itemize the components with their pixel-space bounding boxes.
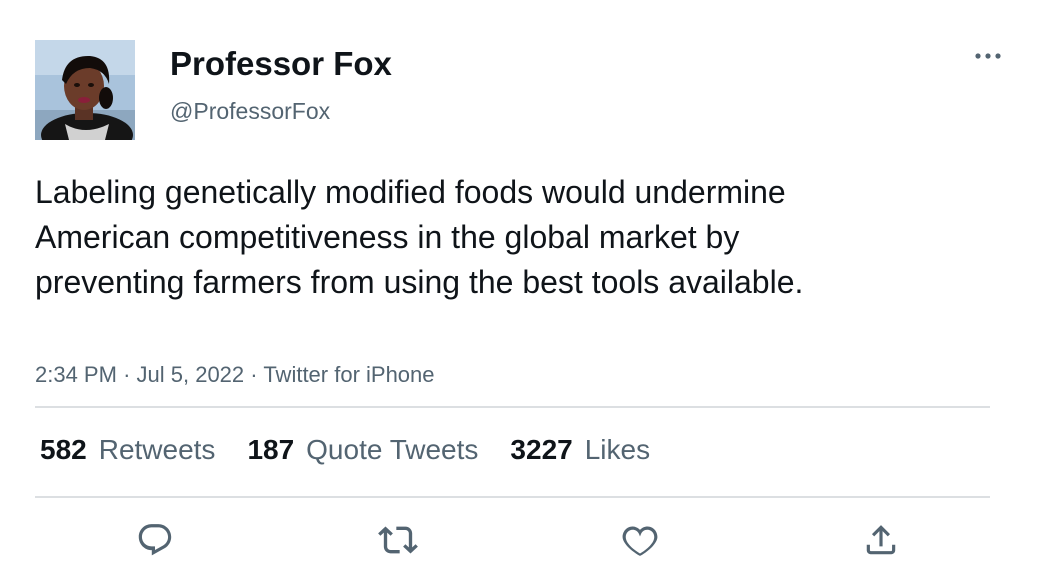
share-icon bbox=[866, 525, 896, 555]
like-button[interactable] bbox=[618, 518, 662, 562]
tweet-text: Labeling genetically modified foods woul… bbox=[35, 174, 804, 300]
quote-tweets-label: Quote Tweets bbox=[306, 434, 479, 465]
retweet-button[interactable] bbox=[376, 518, 420, 562]
reply-icon bbox=[138, 524, 172, 556]
quote-tweets-count: 187 bbox=[247, 434, 295, 465]
tweet-date[interactable]: Jul 5, 2022 bbox=[137, 362, 245, 387]
heart-icon bbox=[622, 526, 658, 556]
likes-stat[interactable]: 3227 Likes bbox=[510, 434, 650, 466]
meta-separator: · bbox=[123, 362, 131, 387]
tweet-source[interactable]: Twitter for iPhone bbox=[263, 362, 434, 387]
likes-count: 3227 bbox=[510, 434, 573, 465]
retweets-label: Retweets bbox=[98, 434, 216, 465]
likes-label: Likes bbox=[584, 434, 651, 465]
meta-separator: · bbox=[250, 362, 258, 387]
divider bbox=[35, 496, 990, 498]
retweets-count: 582 bbox=[40, 434, 87, 465]
avatar-photo bbox=[35, 40, 135, 140]
author-display-name[interactable]: Professor Fox bbox=[170, 44, 392, 84]
reply-button[interactable] bbox=[133, 518, 177, 562]
tweet-metadata: 2:34 PM · Jul 5, 2022 · Twitter for iPho… bbox=[35, 360, 435, 390]
more-options-button[interactable] bbox=[966, 40, 1010, 72]
quote-tweets-stat[interactable]: 187 Quote Tweets bbox=[247, 434, 478, 466]
avatar[interactable] bbox=[35, 40, 135, 140]
author-handle[interactable]: @ProfessorFox bbox=[170, 96, 330, 126]
share-button[interactable] bbox=[859, 518, 903, 562]
retweets-stat[interactable]: 582 Retweets bbox=[40, 434, 215, 466]
retweet-icon bbox=[378, 526, 418, 554]
divider bbox=[35, 406, 990, 408]
tweet-time[interactable]: 2:34 PM bbox=[35, 362, 117, 387]
more-icon bbox=[975, 53, 1001, 59]
engagement-stats: 582 Retweets 187 Quote Tweets 3227 Likes bbox=[40, 430, 682, 470]
